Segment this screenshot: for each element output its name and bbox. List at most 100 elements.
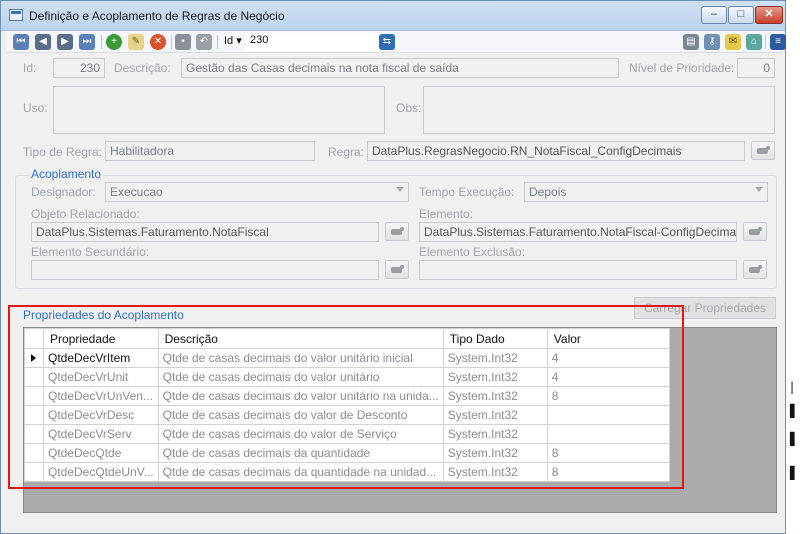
cell-valor[interactable] <box>546 424 670 444</box>
cell-valor[interactable]: 8 <box>546 462 670 482</box>
cell-descricao[interactable]: Qtde de casas decimais do valor unitário… <box>157 348 444 368</box>
elemento-label: Elemento: <box>419 207 474 221</box>
delete-icon[interactable]: ✕ <box>150 34 166 50</box>
cell-propriedade[interactable]: QtdeDecVrServ <box>43 424 159 444</box>
add-icon[interactable]: + <box>106 34 122 50</box>
cell-propriedade[interactable]: QtdeDecVrDesc <box>43 405 159 425</box>
minimize-button[interactable]: – <box>701 6 727 24</box>
propriedades-title: Propriedades do Acoplamento <box>23 308 184 322</box>
column-header-propriedade[interactable]: Propriedade <box>43 328 159 349</box>
cell-valor[interactable]: 4 <box>546 367 670 387</box>
cell-valor[interactable]: 4 <box>546 348 670 368</box>
cell-descricao[interactable]: Qtde de casas decimais do valor de Servi… <box>157 424 444 444</box>
row-selector[interactable] <box>24 443 44 463</box>
prev-record-icon[interactable]: ◀ <box>35 34 51 50</box>
cell-propriedade[interactable]: QtdeDecQtdeUnV... <box>43 462 159 482</box>
row-selector[interactable] <box>24 462 44 482</box>
title-bar[interactable]: Definição e Acoplamento de Regras de Neg… <box>1 1 785 31</box>
window-title: Definição e Acoplamento de Regras de Neg… <box>29 9 285 23</box>
elemento-exclusao-browse-button[interactable] <box>743 260 767 279</box>
table-row[interactable]: QtdeDecVrUnVen... Qtde de casas decimais… <box>24 386 670 406</box>
menu-icon[interactable]: ≡ <box>770 34 786 50</box>
search-go-icon[interactable]: ⇆ <box>379 34 395 50</box>
elemento-exclusao-label: Elemento Exclusão: <box>419 245 526 259</box>
cell-tipo-dado[interactable]: System.Int32 <box>442 424 548 444</box>
cell-descricao[interactable]: Qtde de casas decimais da quantidade <box>157 443 444 463</box>
cell-descricao[interactable]: Qtde de casas decimais do valor unitário… <box>157 386 444 406</box>
cell-descricao[interactable]: Qtde de casas decimais do valor unitário <box>157 367 444 387</box>
cell-tipo-dado[interactable]: System.Int32 <box>442 367 548 387</box>
cell-valor[interactable]: 8 <box>546 386 670 406</box>
tipo-regra-field[interactable]: Habilitadora <box>105 141 315 161</box>
print-icon[interactable]: ▤ <box>683 34 699 50</box>
elemento-field[interactable]: DataPlus.Sistemas.Faturamento.NotaFiscal… <box>419 222 737 242</box>
elemento-browse-button[interactable] <box>743 222 767 241</box>
cell-propriedade[interactable]: QtdeDecVrUnit <box>43 367 159 387</box>
last-record-icon[interactable]: ⏭ <box>79 34 95 50</box>
table-row[interactable]: QtdeDecVrUnit Qtde de casas decimais do … <box>24 367 670 387</box>
propriedades-grid[interactable]: Propriedade Descrição Tipo Dado Valor Qt… <box>23 327 777 513</box>
prioridade-field[interactable]: 0 <box>737 58 775 78</box>
cell-tipo-dado[interactable]: System.Int32 <box>442 386 548 406</box>
id-field[interactable]: 230 <box>53 58 105 78</box>
table-row[interactable]: QtdeDecVrItem Qtde de casas decimais do … <box>24 348 670 368</box>
table-row[interactable]: QtdeDecVrDesc Qtde de casas decimais do … <box>24 405 670 425</box>
tempo-execucao-value: Depois <box>529 185 567 199</box>
background-window-fragment: ▌ <box>790 404 800 418</box>
regra-field[interactable]: DataPlus.RegrasNegocio.RN_NotaFiscal_Con… <box>367 141 745 161</box>
edit-icon[interactable]: ✎ <box>128 34 144 50</box>
first-record-icon[interactable]: ⏮ <box>13 34 29 50</box>
save-icon[interactable]: ▪ <box>175 34 191 50</box>
cell-tipo-dado[interactable]: System.Int32 <box>442 443 548 463</box>
propriedades-table: Propriedade Descrição Tipo Dado Valor Qt… <box>24 328 670 482</box>
background-window-fragment: ▌ <box>790 466 800 480</box>
uso-label: Uso: <box>23 101 48 115</box>
cell-propriedade[interactable]: QtdeDecQtde <box>43 443 159 463</box>
close-button[interactable]: ✕ <box>755 6 783 24</box>
toolbar-separator <box>101 35 102 49</box>
objeto-browse-button[interactable] <box>385 222 409 241</box>
undo-icon[interactable]: ↶ <box>196 34 212 50</box>
regra-browse-button[interactable] <box>751 141 775 160</box>
cell-valor[interactable]: 8 <box>546 443 670 463</box>
elemento-exclusao-field[interactable] <box>419 260 737 280</box>
column-header-valor[interactable]: Valor <box>546 328 670 349</box>
row-selector[interactable] <box>24 367 44 387</box>
cell-tipo-dado[interactable]: System.Int32 <box>442 462 548 482</box>
elemento-secundario-field[interactable] <box>31 260 379 280</box>
next-record-icon[interactable]: ▶ <box>57 34 73 50</box>
id-combo-label[interactable]: Id ▾ <box>224 34 242 47</box>
cell-tipo-dado[interactable]: System.Int32 <box>442 405 548 425</box>
cell-propriedade[interactable]: QtdeDecVrItem <box>43 348 159 368</box>
cell-valor[interactable] <box>546 405 670 425</box>
cell-descricao[interactable]: Qtde de casas decimais do valor de Desco… <box>157 405 444 425</box>
carregar-propriedades-button[interactable]: Carregar Propriedades <box>634 297 776 319</box>
designador-value: Execucao <box>110 185 163 199</box>
key-icon[interactable]: ⚷ <box>704 34 720 50</box>
row-selector[interactable] <box>24 348 44 368</box>
obs-field[interactable] <box>423 86 775 134</box>
designador-select[interactable]: Execucao <box>105 182 409 202</box>
tempo-execucao-select[interactable]: Depois <box>524 182 768 202</box>
column-header-tipo-dado[interactable]: Tipo Dado <box>442 328 548 349</box>
cell-tipo-dado[interactable]: System.Int32 <box>442 348 548 368</box>
descricao-field[interactable]: Gestão das Casas decimais na nota fiscal… <box>181 58 619 78</box>
uso-field[interactable] <box>53 86 385 134</box>
cell-descricao[interactable]: Qtde de casas decimais da quantidade na … <box>157 462 444 482</box>
objeto-relacionado-field[interactable]: DataPlus.Sistemas.Faturamento.NotaFiscal <box>31 222 379 242</box>
id-search-value: 230 <box>250 34 269 46</box>
table-row[interactable]: QtdeDecVrServ Qtde de casas decimais do … <box>24 424 670 444</box>
column-header-descricao[interactable]: Descrição <box>157 328 444 349</box>
table-row[interactable]: QtdeDecQtdeUnV... Qtde de casas decimais… <box>24 462 670 482</box>
row-selector[interactable] <box>24 405 44 425</box>
row-selector[interactable] <box>24 424 44 444</box>
designador-label: Designador: <box>31 185 96 199</box>
maximize-button[interactable]: □ <box>728 6 754 24</box>
pin-icon[interactable]: ⌂ <box>746 34 762 50</box>
cell-propriedade[interactable]: QtdeDecVrUnVen... <box>43 386 159 406</box>
id-dropdown-icon[interactable]: ▾ <box>236 35 242 47</box>
elemento-secundario-browse-button[interactable] <box>385 260 409 279</box>
table-row[interactable]: QtdeDecQtde Qtde de casas decimais da qu… <box>24 443 670 463</box>
note-icon[interactable]: ✉ <box>725 34 741 50</box>
row-selector[interactable] <box>24 386 44 406</box>
